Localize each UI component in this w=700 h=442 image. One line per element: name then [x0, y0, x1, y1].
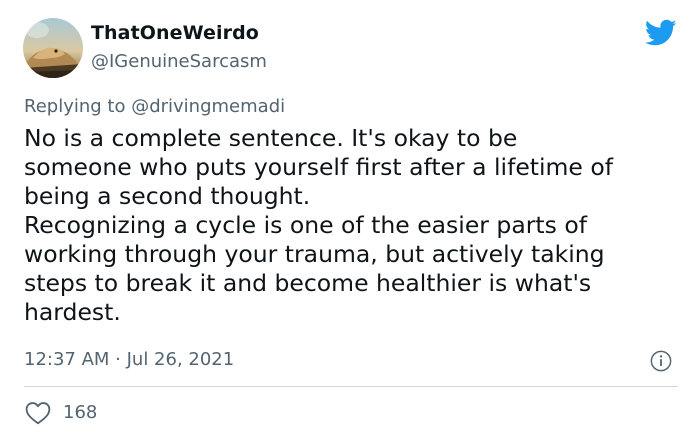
display-name[interactable]: ThatOneWeirdo	[91, 22, 259, 44]
tweet-paragraph-1: No is a complete sentence. It's okay to …	[24, 124, 614, 210]
replying-to-handle-link[interactable]: @drivingmemadi	[131, 96, 285, 117]
info-icon[interactable]	[650, 350, 672, 372]
avatar-image	[23, 18, 83, 78]
tweet-timestamp[interactable]: 12:37 AM · Jul 26, 2021	[24, 349, 234, 370]
twitter-bird-icon[interactable]	[645, 19, 677, 47]
avatar[interactable]	[23, 18, 83, 78]
tweet-card: ThatOneWeirdo @IGenuineSarcasm Replying …	[0, 0, 700, 442]
replying-to-label: Replying to	[24, 96, 132, 117]
replying-to-line: Replying to @drivingmemadi	[24, 96, 285, 117]
like-count: 168	[63, 402, 98, 423]
heart-icon[interactable]	[25, 401, 51, 425]
divider	[24, 386, 678, 387]
user-handle[interactable]: @IGenuineSarcasm	[91, 51, 267, 72]
tweet-text: No is a complete sentence. It's okay to …	[24, 124, 684, 327]
tweet-paragraph-2: Recognizing a cycle is one of the easier…	[24, 211, 605, 326]
